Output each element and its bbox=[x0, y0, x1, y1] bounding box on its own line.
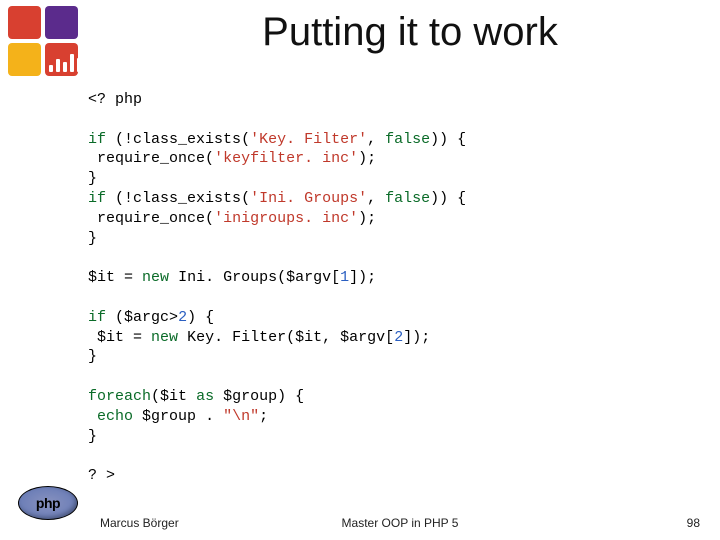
kw-if: if bbox=[88, 309, 106, 326]
fn: require_once bbox=[97, 210, 205, 227]
kw-if: if bbox=[88, 190, 106, 207]
var: $argv bbox=[286, 269, 331, 286]
str: 'Key. Filter' bbox=[250, 131, 367, 148]
slide-title: Putting it to work bbox=[120, 10, 700, 55]
var: $it bbox=[295, 329, 322, 346]
fn: class_exists bbox=[133, 190, 241, 207]
corner-logo bbox=[8, 6, 82, 80]
var: $it bbox=[97, 329, 124, 346]
php-logo-text: php bbox=[36, 495, 60, 511]
num: 2 bbox=[178, 309, 187, 326]
kw-if: if bbox=[88, 131, 106, 148]
php-open-tag: <? php bbox=[88, 91, 142, 108]
num: 2 bbox=[394, 329, 403, 346]
kw-false: false bbox=[385, 131, 430, 148]
num: 1 bbox=[340, 269, 349, 286]
kw-as: as bbox=[196, 388, 214, 405]
php-ellipse-icon: php bbox=[18, 486, 78, 520]
var: $group bbox=[142, 408, 196, 425]
kw-false: false bbox=[385, 190, 430, 207]
str: 'inigroups. inc' bbox=[214, 210, 358, 227]
var: $argv bbox=[340, 329, 385, 346]
kw-new: new bbox=[151, 329, 178, 346]
cls: Key. Filter bbox=[187, 329, 286, 346]
bars-icon bbox=[49, 54, 81, 72]
str: 'keyfilter. inc' bbox=[214, 150, 358, 167]
var: $argc bbox=[124, 309, 169, 326]
fn: class_exists bbox=[133, 131, 241, 148]
kw-foreach: foreach bbox=[88, 388, 151, 405]
var: $it bbox=[160, 388, 187, 405]
logo-square-purple bbox=[45, 6, 78, 39]
str: "\n" bbox=[223, 408, 259, 425]
kw-echo: echo bbox=[97, 408, 133, 425]
logo-square-red-bars bbox=[45, 43, 78, 76]
footer-page-number: 98 bbox=[687, 516, 700, 530]
fn: require_once bbox=[97, 150, 205, 167]
var: $it bbox=[88, 269, 115, 286]
logo-square-yellow bbox=[8, 43, 41, 76]
var: $group bbox=[223, 388, 277, 405]
cls: Ini. Groups bbox=[178, 269, 277, 286]
php-logo: php bbox=[18, 486, 78, 520]
php-close-tag: ? > bbox=[88, 467, 115, 484]
footer-course: Master OOP in PHP 5 bbox=[100, 516, 700, 530]
logo-square-red bbox=[8, 6, 41, 39]
code-block: <? php if (!class_exists('Key. Filter', … bbox=[88, 90, 700, 486]
kw-new: new bbox=[142, 269, 169, 286]
str: 'Ini. Groups' bbox=[250, 190, 367, 207]
